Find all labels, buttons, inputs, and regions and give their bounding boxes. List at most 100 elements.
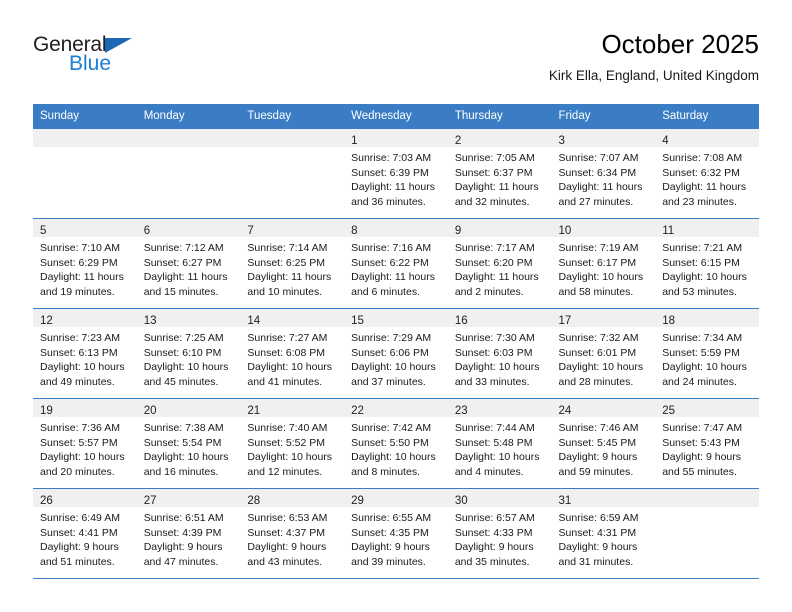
calendar-day-cell[interactable]: 3 Sunrise: 7:07 AM Sunset: 6:34 PM Daylight… <box>551 128 656 219</box>
calendar-day-cell[interactable]: 24 Sunrise: 7:46 AM Sunset: 5:45 PM Dayligh… <box>551 398 656 489</box>
calendar-day-cell-empty <box>655 488 759 579</box>
calendar-day-cell[interactable]: 17 Sunrise: 7:32 AM Sunset: 6:01 PM Dayligh… <box>551 308 656 399</box>
sunrise-text: Sunrise: 6:59 AM <box>558 512 639 524</box>
calendar-day-cell[interactable]: 11 Sunrise: 7:21 AM Sunset: 6:15 PM Dayligh… <box>655 218 759 309</box>
calendar-day-cell[interactable]: 4 Sunrise: 7:08 AM Sunset: 6:32 PM Daylight… <box>655 128 759 219</box>
day-number-band: 24 <box>551 399 656 417</box>
calendar-day-cell[interactable]: 2 Sunrise: 7:05 AM Sunset: 6:37 PM Daylight… <box>447 128 552 219</box>
day-number-band: 21 <box>240 399 345 417</box>
day-cell-content: Sunrise: 7:16 AM Sunset: 6:22 PM Daylight:… <box>344 237 448 299</box>
day-number-band: 25 <box>655 399 759 417</box>
daylight-text-line1: Daylight: 10 hours <box>143 451 229 464</box>
weekday-header-monday: Monday <box>136 104 241 129</box>
day-number: 22 <box>351 405 364 417</box>
daylight-text-line1: Daylight: 10 hours <box>351 361 436 374</box>
sunset-text: Sunset: 5:52 PM <box>247 436 326 449</box>
daylight-text-line2: and 39 minutes. <box>351 555 426 568</box>
day-number-band: 10 <box>551 219 656 237</box>
sunrise-text: Sunrise: 7:38 AM <box>143 422 224 434</box>
daylight-text-line1: Daylight: 11 hours <box>351 271 435 284</box>
calendar-day-cell[interactable]: 7 Sunrise: 7:14 AM Sunset: 6:25 PM Daylight… <box>240 218 345 309</box>
calendar-day-cell[interactable]: 22 Sunrise: 7:42 AM Sunset: 5:50 PM Dayligh… <box>344 398 448 489</box>
day-number-band <box>655 489 759 507</box>
calendar-day-cell[interactable]: 28 Sunrise: 6:53 AM Sunset: 4:37 PM Dayligh… <box>240 488 345 579</box>
day-number-band: 12 <box>33 309 137 327</box>
day-number: 6 <box>143 225 151 237</box>
day-number: 16 <box>454 315 468 327</box>
sunset-text: Sunset: 5:48 PM <box>454 436 533 449</box>
calendar-day-cell[interactable]: 13 Sunrise: 7:25 AM Sunset: 6:10 PM Dayligh… <box>136 308 241 399</box>
sunset-text: Sunset: 6:06 PM <box>351 346 429 359</box>
calendar-day-cell[interactable]: 29 Sunrise: 6:55 AM Sunset: 4:35 PM Dayligh… <box>344 488 448 579</box>
calendar-day-cell[interactable]: 23 Sunrise: 7:44 AM Sunset: 5:48 PM Dayligh… <box>447 398 552 489</box>
daylight-text-line1: Daylight: 10 hours <box>662 361 747 374</box>
calendar-day-cell[interactable]: 14 Sunrise: 7:27 AM Sunset: 6:08 PM Dayligh… <box>240 308 345 399</box>
calendar-day-cell[interactable]: 26 Sunrise: 6:49 AM Sunset: 4:41 PM Dayligh… <box>33 488 137 579</box>
calendar-day-cell[interactable]: 25 Sunrise: 7:47 AM Sunset: 5:43 PM Dayligh… <box>655 398 759 489</box>
calendar-day-cell-empty <box>136 128 241 219</box>
daylight-text-line2: and 55 minutes. <box>662 465 737 478</box>
day-number-band: 29 <box>344 489 448 507</box>
daylight-text-line2: and 23 minutes. <box>662 195 737 208</box>
daylight-text-line2: and 2 minutes. <box>454 285 524 298</box>
calendar-day-cell[interactable]: 9 Sunrise: 7:17 AM Sunset: 6:20 PM Daylight… <box>447 218 552 309</box>
calendar-day-cell[interactable]: 12 Sunrise: 7:23 AM Sunset: 6:13 PM Dayligh… <box>33 308 137 399</box>
calendar-day-cell[interactable]: 15 Sunrise: 7:29 AM Sunset: 6:06 PM Dayligh… <box>344 308 448 399</box>
calendar-day-cell[interactable]: 5 Sunrise: 7:10 AM Sunset: 6:29 PM Daylight… <box>33 218 137 309</box>
daylight-text-line2: and 20 minutes. <box>40 465 115 478</box>
sunrise-text: Sunrise: 6:57 AM <box>454 512 535 524</box>
day-cell-content: Sunrise: 6:59 AM Sunset: 4:31 PM Daylight:… <box>552 507 656 569</box>
page-header: General Blue October 2025 Kirk Ella, Eng… <box>33 28 759 96</box>
daylight-text-line1: Daylight: 11 hours <box>143 271 228 284</box>
calendar-day-cell[interactable]: 8 Sunrise: 7:16 AM Sunset: 6:22 PM Daylight… <box>344 218 448 309</box>
day-number: 20 <box>143 405 157 417</box>
sunrise-text: Sunrise: 7:07 AM <box>558 152 639 164</box>
sunset-text: Sunset: 6:01 PM <box>558 346 637 359</box>
calendar-day-cell[interactable]: 18 Sunrise: 7:34 AM Sunset: 5:59 PM Dayligh… <box>655 308 759 399</box>
day-number: 18 <box>662 315 676 327</box>
calendar-day-cell[interactable]: 16 Sunrise: 7:30 AM Sunset: 6:03 PM Dayligh… <box>447 308 552 399</box>
daylight-text-line1: Daylight: 9 hours <box>558 541 638 554</box>
weekday-header-thursday: Thursday <box>447 104 552 129</box>
sunrise-text: Sunrise: 7:03 AM <box>351 152 432 164</box>
calendar-day-cell[interactable]: 21 Sunrise: 7:40 AM Sunset: 5:52 PM Dayligh… <box>240 398 345 489</box>
day-number: 14 <box>247 315 261 327</box>
day-number: 23 <box>454 405 468 417</box>
daylight-text-line1: Daylight: 10 hours <box>454 451 540 464</box>
calendar-day-cell[interactable]: 19 Sunrise: 7:36 AM Sunset: 5:57 PM Dayligh… <box>33 398 137 489</box>
calendar-day-cell-empty <box>240 128 345 219</box>
day-number-band: 16 <box>447 309 552 327</box>
sunrise-text: Sunrise: 6:55 AM <box>351 512 432 524</box>
daylight-text-line2: and 35 minutes. <box>454 555 530 568</box>
day-number: 26 <box>40 495 53 507</box>
day-number-band: 7 <box>240 219 345 237</box>
calendar-day-cell[interactable]: 10 Sunrise: 7:19 AM Sunset: 6:17 PM Dayligh… <box>551 218 656 309</box>
sunrise-text: Sunrise: 7:27 AM <box>247 332 328 344</box>
day-cell-content: Sunrise: 7:30 AM Sunset: 6:03 PM Daylight:… <box>448 327 552 389</box>
day-cell-content: Sunrise: 7:19 AM Sunset: 6:17 PM Daylight:… <box>552 237 656 299</box>
day-cell-content: Sunrise: 7:46 AM Sunset: 5:45 PM Daylight:… <box>552 417 656 479</box>
daylight-text-line1: Daylight: 10 hours <box>247 361 333 374</box>
sunrise-text: Sunrise: 6:51 AM <box>143 512 224 524</box>
daylight-text-line1: Daylight: 9 hours <box>351 541 430 554</box>
calendar-day-cell[interactable]: 1 Sunrise: 7:03 AM Sunset: 6:39 PM Daylight… <box>344 128 448 219</box>
calendar-day-cell[interactable]: 6 Sunrise: 7:12 AM Sunset: 6:27 PM Daylight… <box>136 218 241 309</box>
daylight-text-line2: and 6 minutes. <box>351 285 420 298</box>
calendar-day-cell[interactable]: 30 Sunrise: 6:57 AM Sunset: 4:33 PM Dayligh… <box>447 488 552 579</box>
page-subtitle-location: Kirk Ella, England, United Kingdom <box>548 68 759 83</box>
sunrise-text: Sunrise: 7:17 AM <box>454 242 535 254</box>
sunrise-text: Sunrise: 7:44 AM <box>454 422 535 434</box>
day-number-band: 8 <box>344 219 448 237</box>
calendar-day-cell[interactable]: 31 Sunrise: 6:59 AM Sunset: 4:31 PM Dayligh… <box>551 488 656 579</box>
general-blue-logo: General Blue <box>33 34 233 86</box>
daylight-text-line1: Daylight: 9 hours <box>454 541 534 554</box>
daylight-text-line1: Daylight: 9 hours <box>40 541 119 554</box>
day-number-band <box>136 129 241 147</box>
daylight-text-line2: and 41 minutes. <box>247 375 323 388</box>
day-cell-content: Sunrise: 7:40 AM Sunset: 5:52 PM Daylight:… <box>240 417 344 479</box>
calendar-day-cell[interactable]: 20 Sunrise: 7:38 AM Sunset: 5:54 PM Dayligh… <box>136 398 241 489</box>
daylight-text-line1: Daylight: 11 hours <box>454 181 539 194</box>
calendar-day-cell[interactable]: 27 Sunrise: 6:51 AM Sunset: 4:39 PM Dayligh… <box>136 488 241 579</box>
daylight-text-line1: Daylight: 11 hours <box>558 181 643 194</box>
calendar-week-row: 26 Sunrise: 6:49 AM Sunset: 4:41 PM Dayligh… <box>33 488 759 579</box>
